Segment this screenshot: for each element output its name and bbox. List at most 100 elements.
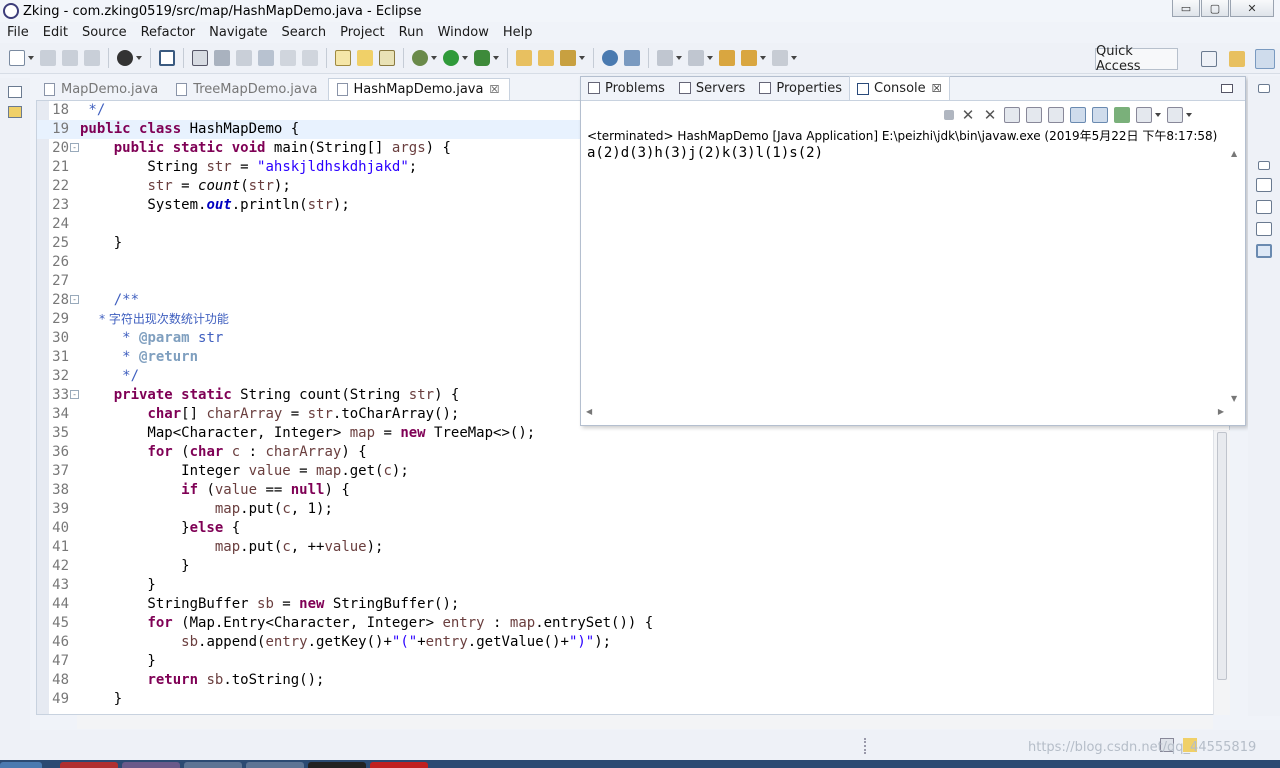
code-line[interactable]: 35 Map<Character, Integer> map = new Tre…: [37, 424, 1217, 443]
tab-mapdemo[interactable]: MapDemo.java: [36, 78, 168, 100]
display-console-dropdown-icon[interactable]: [1155, 113, 1161, 117]
tab-hashmapdemo[interactable]: HashMapDemo.java ☒: [327, 78, 511, 100]
new-dropdown-icon[interactable]: [28, 56, 34, 60]
tab-console[interactable]: Console ☒: [849, 76, 950, 100]
wand-icon[interactable]: [560, 50, 576, 66]
scroll-right-icon[interactable]: ▶: [1218, 407, 1224, 416]
code-line[interactable]: 48 return sb.toString();: [37, 671, 1217, 690]
code-line[interactable]: 42 }: [37, 557, 1217, 576]
menu-help[interactable]: Help: [496, 25, 540, 40]
open-console-icon[interactable]: [1167, 107, 1183, 123]
scroll-up-icon[interactable]: ▲: [1231, 149, 1237, 158]
code-line[interactable]: 37 Integer value = map.get(c);: [37, 462, 1217, 481]
properties-icon[interactable]: [1256, 222, 1272, 236]
minimize-button[interactable]: ▭: [1172, 0, 1200, 17]
skip-breakpoints-icon[interactable]: [192, 50, 208, 66]
console-vertical-scrollbar[interactable]: ▲ ▼: [1229, 149, 1241, 403]
back-dropdown-icon[interactable]: [760, 56, 766, 60]
close-tab-icon[interactable]: ☒: [489, 83, 499, 96]
code-line[interactable]: 47 }: [37, 652, 1217, 671]
tab-properties[interactable]: Properties: [752, 76, 849, 100]
console-icon[interactable]: [1256, 244, 1272, 258]
next-annotation-dropdown-icon[interactable]: [676, 56, 682, 60]
menu-project[interactable]: Project: [333, 25, 391, 40]
print-icon[interactable]: [84, 50, 100, 66]
server-icon[interactable]: [117, 50, 133, 66]
tab-treemapdemo[interactable]: TreeMapDemo.java: [168, 78, 327, 100]
taskbar-item[interactable]: [60, 762, 118, 768]
menu-window[interactable]: Window: [431, 25, 496, 40]
terminal-icon[interactable]: [159, 50, 175, 66]
pin-console-icon[interactable]: [1114, 107, 1130, 123]
pin-icon[interactable]: [214, 50, 230, 66]
open-perspective-icon[interactable]: [1201, 51, 1217, 67]
fold-toggle-icon[interactable]: -: [70, 390, 79, 399]
restore-icon[interactable]: [8, 86, 22, 98]
package-explorer-icon[interactable]: [8, 106, 22, 118]
editor-vertical-scrollbar[interactable]: [1213, 430, 1230, 715]
debug-icon[interactable]: [412, 50, 428, 66]
show-on-stderr-icon[interactable]: [1092, 107, 1108, 123]
last-edit-icon[interactable]: [719, 50, 735, 66]
search-icon[interactable]: [624, 50, 640, 66]
code-line[interactable]: 39 map.put(c, 1);: [37, 500, 1217, 519]
tab-servers[interactable]: Servers: [672, 76, 752, 100]
display-console-icon[interactable]: [1136, 107, 1152, 123]
remove-all-launches-icon[interactable]: ✕: [982, 107, 998, 123]
taskbar-item[interactable]: [184, 762, 242, 768]
word-wrap-icon[interactable]: [1048, 107, 1064, 123]
java-ee-perspective-icon[interactable]: [1229, 51, 1245, 67]
menu-source[interactable]: Source: [75, 25, 134, 40]
taskbar-item[interactable]: [308, 762, 366, 768]
new-icon[interactable]: [9, 50, 25, 66]
code-line[interactable]: 36 for (char c : charArray) {: [37, 443, 1217, 462]
taskbar-item[interactable]: [122, 762, 180, 768]
code-line[interactable]: 40 }else {: [37, 519, 1217, 538]
next-annotation-icon[interactable]: [657, 50, 673, 66]
new-class-icon[interactable]: [357, 50, 373, 66]
save-all-icon[interactable]: [62, 50, 78, 66]
open-type-icon[interactable]: [379, 50, 395, 66]
taskbar-start-button[interactable]: [0, 762, 42, 768]
coverage-icon[interactable]: [474, 50, 490, 66]
server-dropdown-icon[interactable]: [136, 56, 142, 60]
editor-horizontal-scrollbar[interactable]: [77, 715, 1213, 729]
edit-icon[interactable]: [236, 50, 252, 66]
code-line[interactable]: 38 if (value == null) {: [37, 481, 1217, 500]
save-icon[interactable]: [40, 50, 56, 66]
menu-edit[interactable]: Edit: [36, 25, 75, 40]
code-line[interactable]: 44 StringBuffer sb = new StringBuffer();: [37, 595, 1217, 614]
wand-dropdown-icon[interactable]: [579, 56, 585, 60]
open-project-icon[interactable]: [538, 50, 554, 66]
prev-annotation-icon[interactable]: [688, 50, 704, 66]
problems-icon[interactable]: [1256, 178, 1272, 192]
paragraph-icon[interactable]: [302, 50, 318, 66]
code-line[interactable]: 46 sb.append(entry.getKey()+"("+entry.ge…: [37, 633, 1217, 652]
toggle-mark-icon[interactable]: [258, 50, 274, 66]
coverage-dropdown-icon[interactable]: [493, 56, 499, 60]
prev-annotation-dropdown-icon[interactable]: [707, 56, 713, 60]
servers-icon[interactable]: [1256, 200, 1272, 214]
scroll-lock-icon[interactable]: [1026, 107, 1042, 123]
taskbar-item[interactable]: [246, 762, 304, 768]
fold-toggle-icon[interactable]: -: [70, 143, 79, 152]
code-line[interactable]: 41 map.put(c, ++value);: [37, 538, 1217, 557]
clear-console-icon[interactable]: [1004, 107, 1020, 123]
maximize-button[interactable]: ▢: [1201, 0, 1229, 17]
open-console-dropdown-icon[interactable]: [1186, 113, 1192, 117]
terminate-icon[interactable]: [944, 110, 954, 120]
tab-problems[interactable]: Problems: [581, 76, 672, 100]
menu-navigate[interactable]: Navigate: [202, 25, 274, 40]
restore-icon[interactable]: [1258, 84, 1270, 93]
open-folder-icon[interactable]: [516, 50, 532, 66]
debug-dropdown-icon[interactable]: [431, 56, 437, 60]
back-icon[interactable]: [741, 50, 757, 66]
taskbar-item[interactable]: [370, 762, 428, 768]
scroll-down-icon[interactable]: ▼: [1231, 394, 1237, 403]
java-perspective-icon[interactable]: [1255, 49, 1275, 69]
forward-icon[interactable]: [772, 50, 788, 66]
console-output[interactable]: a(2)d(3)h(3)j(2)k(3)l(1)s(2): [587, 145, 823, 161]
close-tab-icon[interactable]: ☒: [932, 82, 942, 95]
show-on-stdout-icon[interactable]: [1070, 107, 1086, 123]
quick-access-input[interactable]: Quick Access: [1095, 44, 1178, 74]
